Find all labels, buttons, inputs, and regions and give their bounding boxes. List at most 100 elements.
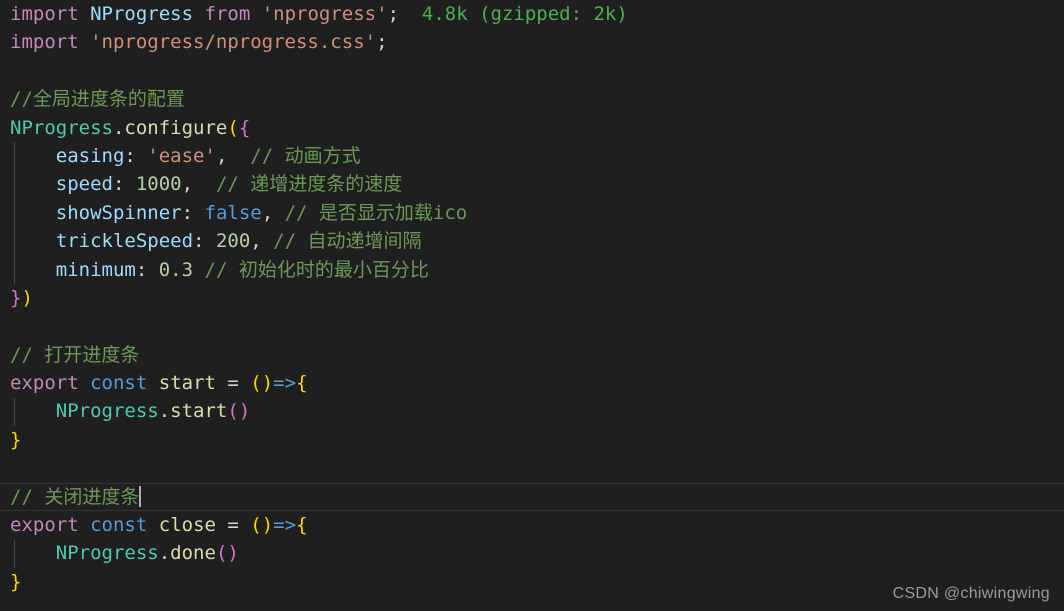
code-line-current[interactable]: // 关闭进度条 (0, 482, 1064, 512)
code-token: ) (21, 286, 33, 309)
code-token: false (204, 201, 262, 224)
code-line[interactable]: import 'nprogress/nprogress.css'; (0, 28, 1064, 56)
code-token: NProgress (55, 542, 159, 565)
code-token: : (193, 230, 216, 253)
code-line[interactable]: // 打开进度条 (0, 341, 1064, 369)
code-token: { (296, 514, 308, 537)
code-token: 0.3 (158, 258, 194, 281)
code-line[interactable] (0, 312, 1064, 340)
code-token: ; (387, 3, 400, 25)
code-line[interactable]: NProgress.start() (0, 397, 1064, 425)
code-token: ( (227, 116, 239, 139)
code-token: : (112, 173, 136, 196)
code-token: : (181, 201, 205, 224)
code-token: // 关闭进度条 (10, 485, 140, 508)
code-token: () (250, 372, 274, 395)
code-token: minimum (55, 258, 136, 281)
code-token: } (10, 570, 22, 593)
code-line[interactable]: easing: 'ease', // 动画方式 (0, 142, 1064, 170)
code-lines-container[interactable]: import NProgress from 'nprogress'; 4.8k … (0, 0, 1064, 596)
csdn-watermark: CSDN @chiwingwing (892, 585, 1050, 602)
code-token: close (158, 514, 216, 537)
code-token: () (215, 542, 239, 565)
code-token: : (124, 144, 148, 167)
code-line[interactable]: trickleSpeed: 200, // 自动递增间隔 (0, 227, 1064, 255)
code-token: () (227, 400, 251, 423)
code-token: //全局进度条的配置 (10, 88, 185, 111)
code-token: 'nprogress' (261, 3, 388, 25)
code-token: easing (55, 144, 125, 167)
code-token: => (273, 372, 297, 395)
code-token: // 递增进度条的速度 (193, 173, 403, 196)
code-line[interactable]: speed: 1000, // 递增进度条的速度 (0, 170, 1064, 198)
indent-guide (14, 539, 15, 568)
code-line[interactable]: showSpinner: false, // 是否显示加载ico (0, 199, 1064, 227)
code-token: 1000 (135, 173, 182, 196)
code-token: NProgress (90, 3, 194, 25)
indent-guide (14, 142, 15, 284)
code-token: { (296, 372, 308, 395)
code-token: , (261, 201, 274, 224)
code-token: = (215, 372, 251, 395)
code-token: , (181, 173, 194, 196)
code-token: start (170, 400, 228, 423)
code-token: . (112, 116, 125, 139)
code-token: . (158, 542, 171, 565)
code-line[interactable]: export const start = ()=>{ (0, 369, 1064, 397)
code-token: done (170, 542, 216, 565)
code-token: import (10, 3, 79, 25)
code-line[interactable]: export const close = ()=>{ (0, 511, 1064, 539)
code-line[interactable] (0, 57, 1064, 85)
code-line[interactable]: minimum: 0.3 // 初始化时的最小百分比 (0, 256, 1064, 284)
code-token: // 动画方式 (227, 144, 361, 167)
code-token: import (10, 31, 79, 54)
code-token: export (10, 372, 79, 395)
code-token: , (250, 230, 262, 253)
code-line[interactable] (0, 454, 1064, 482)
code-line[interactable]: }) (0, 284, 1064, 312)
code-token: 4.8k (gzipped: 2k) (399, 3, 628, 25)
code-token: 200 (215, 230, 251, 253)
code-token: from (204, 3, 251, 25)
code-token: speed (55, 173, 113, 196)
code-token: () (250, 514, 274, 537)
code-token: NProgress (10, 116, 113, 139)
code-token: . (158, 400, 171, 423)
code-token: showSpinner (55, 201, 182, 224)
code-token: } (10, 286, 22, 309)
code-token: 'ease' (147, 144, 216, 167)
code-token: => (273, 514, 297, 537)
code-line[interactable]: NProgress.configure({ (0, 114, 1064, 142)
code-line[interactable]: } (0, 426, 1064, 454)
text-cursor (139, 485, 142, 507)
code-editor[interactable]: import NProgress from 'nprogress'; 4.8k … (0, 0, 1064, 611)
code-token: trickleSpeed (55, 230, 194, 253)
code-line[interactable]: NProgress.done() (0, 539, 1064, 567)
code-token: 'nprogress/nprogress.css' (90, 31, 377, 54)
code-token: // 是否显示加载ico (273, 201, 468, 224)
code-token: const (90, 514, 148, 537)
code-token: // 初始化时的最小百分比 (193, 258, 429, 281)
code-token: { (238, 116, 251, 139)
code-token: const (90, 372, 148, 395)
code-token: ; (376, 31, 388, 54)
code-line[interactable]: import NProgress from 'nprogress'; 4.8k … (0, 0, 1064, 28)
code-token: // 自动递增间隔 (261, 230, 422, 253)
code-token: configure (124, 116, 228, 139)
code-token: : (135, 258, 159, 281)
indent-guide (14, 397, 15, 426)
code-token: start (158, 372, 216, 395)
code-line[interactable]: //全局进度条的配置 (0, 85, 1064, 113)
code-token: } (10, 428, 22, 451)
code-token: = (215, 514, 251, 537)
